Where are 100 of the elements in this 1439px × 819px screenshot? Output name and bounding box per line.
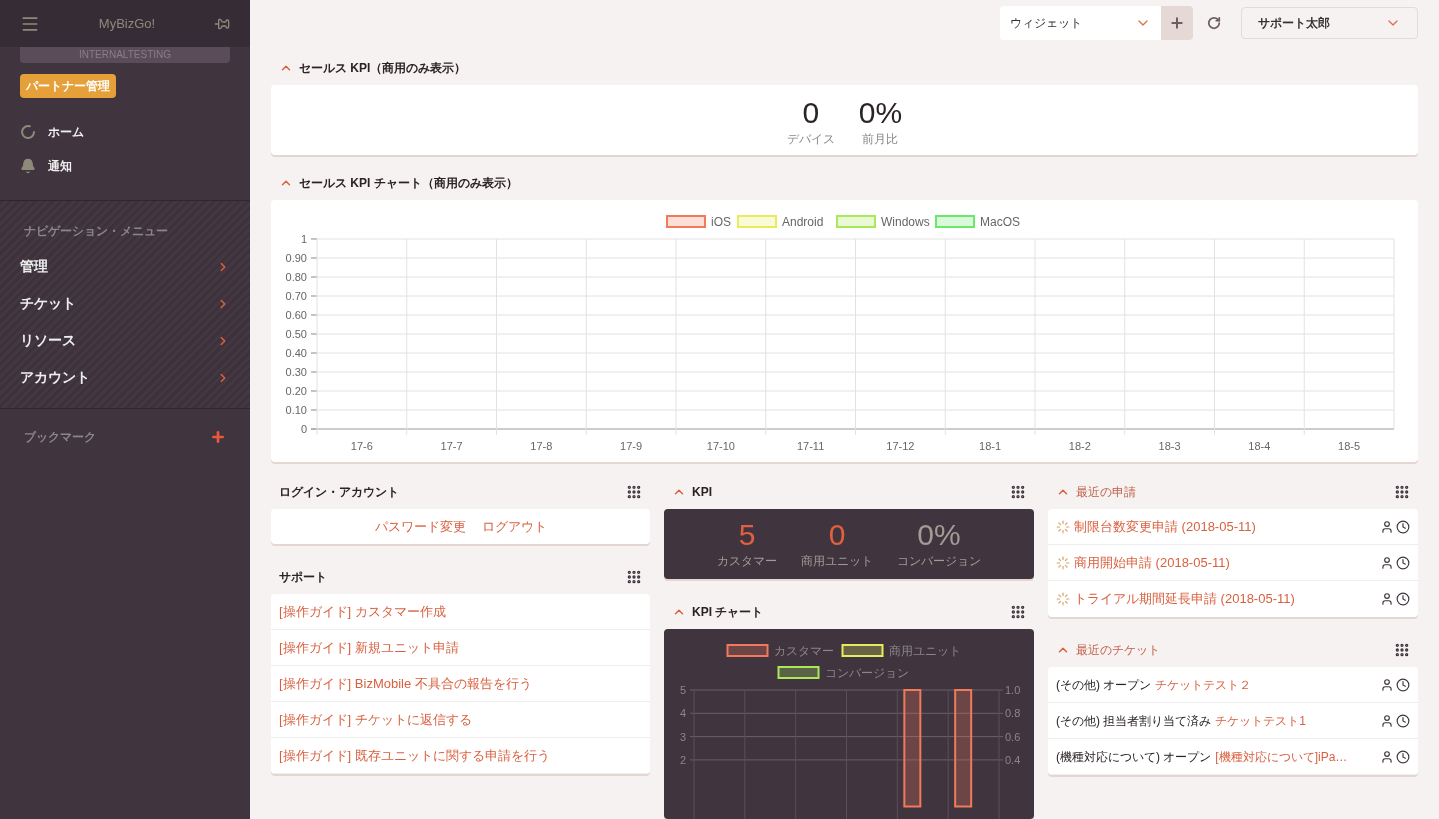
y-tick-label: 0.80: [285, 270, 307, 283]
bell-icon[interactable]: [20, 157, 36, 174]
guide-link[interactable]: [操作ガイド] カスタマー作成: [279, 601, 446, 622]
grid-icon[interactable]: [626, 484, 642, 500]
user-icon[interactable]: [1380, 519, 1394, 534]
y-tick-label: 4: [679, 707, 686, 720]
nav-item[interactable]: チケット: [0, 285, 250, 322]
nav-heading: ナビゲーション・メニュー: [23, 223, 169, 240]
x-tick-label: 18-1: [979, 439, 1002, 452]
legend-label: カスタマー: [773, 644, 834, 658]
spinner-icon: [1056, 592, 1070, 606]
sidebar-link[interactable]: ホーム: [48, 122, 84, 141]
request-link[interactable]: 制限台数変更申請 (2018-05-11): [1074, 516, 1376, 537]
partner-badge: パートナー管理: [20, 74, 116, 98]
legend-swatch: [737, 214, 777, 228]
stat-label: 商用ユニット: [801, 553, 873, 570]
user-icon[interactable]: [1380, 713, 1394, 728]
grid-icon[interactable]: [626, 569, 642, 585]
guide-link[interactable]: [操作ガイド] BizMobile 不具合の報告を行う: [279, 673, 532, 694]
add-button[interactable]: [1161, 6, 1193, 41]
ticket-status: (その他) オープン: [1056, 676, 1152, 694]
y-tick-label: 3: [679, 730, 686, 743]
x-tick-label: 17-12: [886, 439, 915, 452]
legend-label: Android: [782, 214, 824, 229]
y-tick-label: 5: [679, 684, 686, 696]
y-tick-label: 1.0: [1005, 684, 1021, 696]
clock-icon[interactable]: [1396, 677, 1410, 692]
user-icon[interactable]: [1380, 677, 1394, 692]
ticket-link[interactable]: チケットテスト1: [1215, 711, 1376, 730]
user-icon[interactable]: [1380, 592, 1394, 606]
guide-link[interactable]: [操作ガイド] 既存ユニットに関する申請を行う: [279, 745, 550, 766]
user-icon[interactable]: [1380, 555, 1394, 570]
x-tick-label: 18-5: [1338, 439, 1361, 452]
request-link[interactable]: トライアル期間延長申請 (2018-05-11): [1074, 589, 1376, 609]
y-tick-label: 0.90: [285, 251, 307, 264]
account-link[interactable]: ログアウト: [481, 516, 547, 537]
clock-icon[interactable]: [1396, 592, 1410, 606]
y-tick-label: 0.8: [1005, 707, 1021, 720]
guide-link[interactable]: [操作ガイド] チケットに返信する: [279, 709, 472, 730]
y-tick-label: 0.50: [285, 327, 307, 340]
y-tick-label: 0.10: [285, 403, 307, 416]
x-tick-label: 18-4: [1248, 439, 1271, 452]
stat-value: 5: [738, 518, 756, 552]
x-tick-label: 18-3: [1158, 439, 1181, 452]
stat-value: 0: [828, 518, 846, 552]
ticket-link[interactable]: [機種対応について]iPa…: [1215, 747, 1376, 766]
account-link[interactable]: パスワード変更: [374, 516, 466, 537]
ticket-status: (機種対応について) オープン: [1056, 748, 1212, 766]
refresh-icon[interactable]: [1207, 16, 1221, 31]
nav-item[interactable]: アカウント: [0, 359, 250, 396]
legend-swatch: [726, 644, 769, 657]
nav-item[interactable]: 管理: [0, 248, 250, 285]
spinner-icon: [1056, 555, 1070, 570]
grid-icon[interactable]: [1394, 484, 1410, 500]
clock-icon[interactable]: [1396, 749, 1410, 764]
y-tick-label: 2: [679, 753, 686, 766]
panel-title: 最近のチケット: [1076, 642, 1160, 659]
app-title: MyBizGo!: [97, 14, 157, 33]
grid-icon[interactable]: [1010, 604, 1026, 620]
legend-label: Windows: [881, 214, 930, 229]
y-tick-label: 0.20: [285, 384, 307, 397]
grid-icon[interactable]: [1010, 484, 1026, 500]
panel-title: セールス KPI チャート（商用のみ表示）: [299, 174, 518, 192]
legend-swatch: [777, 666, 820, 679]
y-tick-label: 0.30: [285, 365, 307, 378]
x-tick-label: 17-8: [530, 439, 553, 452]
ticket-status: (その他) 担当者割り当て済み: [1056, 712, 1212, 730]
panel-title: セールス KPI（商用のみ表示）: [299, 59, 467, 77]
legend-swatch: [935, 214, 975, 228]
stat-label: 前月比: [862, 130, 899, 148]
x-tick-label: 18-2: [1068, 439, 1091, 452]
stat-value: 0: [802, 95, 820, 130]
guide-link[interactable]: [操作ガイド] 新規ユニット申請: [279, 637, 459, 658]
clock-icon[interactable]: [1396, 519, 1410, 534]
clock-icon[interactable]: [1396, 555, 1410, 570]
stat-label: デバイス: [786, 130, 835, 148]
y-tick-label: 0: [300, 422, 307, 435]
stat-value: 0%: [858, 95, 903, 130]
stat-value: 0%: [917, 518, 961, 552]
widget-select[interactable]: ウィジェット: [1000, 6, 1161, 41]
legend-label: iOS: [711, 214, 731, 229]
add-icon[interactable]: [210, 429, 226, 445]
ticket-link[interactable]: チケットテスト２: [1155, 675, 1376, 694]
stat-label: コンバージョン: [897, 553, 981, 570]
user-icon[interactable]: [1380, 749, 1394, 764]
y-tick-label: 0.70: [285, 289, 307, 302]
nav-item[interactable]: リソース: [0, 322, 250, 359]
spinner-icon: [1056, 519, 1070, 534]
bookmark-heading: ブックマーク: [24, 429, 96, 446]
y-tick-label: 0.60: [285, 308, 307, 321]
stat-label: カスタマー: [717, 553, 777, 570]
panel-title: KPI: [692, 484, 712, 501]
x-tick-label: 17-9: [620, 439, 643, 452]
legend-swatch: [836, 214, 876, 228]
grid-icon[interactable]: [1394, 642, 1410, 658]
sidebar-link[interactable]: 通知: [48, 156, 72, 175]
request-link[interactable]: 商用開始申請 (2018-05-11): [1074, 552, 1376, 573]
user-menu[interactable]: サポート太郎: [1241, 7, 1418, 40]
panel-title: KPI チャート: [692, 604, 764, 621]
clock-icon[interactable]: [1396, 713, 1410, 728]
